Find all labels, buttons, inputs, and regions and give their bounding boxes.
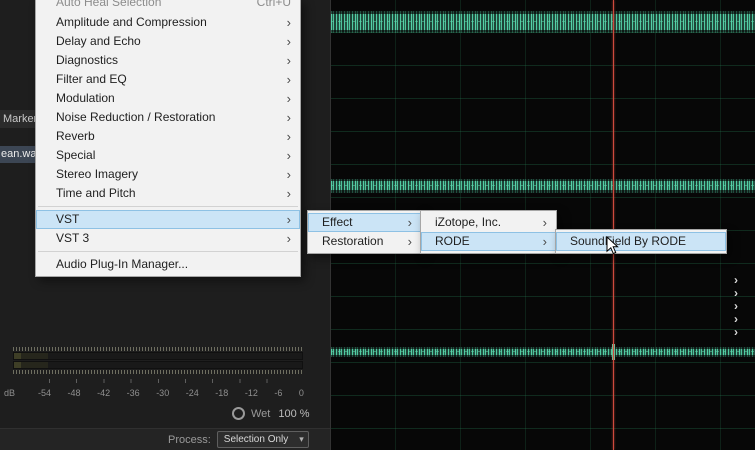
meter-ticks-bottom xyxy=(13,370,303,374)
menu-item-reverb[interactable]: Reverb › xyxy=(36,127,300,146)
menu-item-shortcut: Ctrl+U xyxy=(256,0,291,9)
menu-item-label: RODE xyxy=(435,234,470,248)
menu-item-label: Effect xyxy=(322,215,353,229)
menu-item-diagnostics[interactable]: Diagnostics › xyxy=(36,51,300,70)
submenu-arrow-icon: › xyxy=(407,234,412,249)
submenu-arrow-icon: › xyxy=(286,148,291,163)
menu-item-auto-heal-selection[interactable]: Auto Heal Selection Ctrl+U xyxy=(36,0,300,13)
scale-tick-label: -18 xyxy=(215,388,229,398)
process-label: Process: xyxy=(168,433,211,446)
scale-tick-label: -54 xyxy=(38,388,52,398)
scale-tick-label: -24 xyxy=(185,388,199,398)
scale-tick-label: -30 xyxy=(156,388,170,398)
submenu-arrow-icon: › xyxy=(286,186,291,201)
level-meter-left xyxy=(13,352,303,360)
scale-tick-label: -12 xyxy=(244,388,258,398)
menu-item-label: Modulation xyxy=(56,91,115,105)
waveform-track1 xyxy=(331,14,755,30)
menu-item-label: Special xyxy=(56,148,96,162)
submenu-arrow-icon: › xyxy=(407,215,412,230)
menu-item-effect[interactable]: Effect › xyxy=(308,213,421,232)
menu-item-label: Time and Pitch xyxy=(56,186,136,200)
scale-tick-label: -36 xyxy=(126,388,140,398)
menu-separator xyxy=(38,251,298,252)
menu-item-label: VST xyxy=(56,212,80,226)
menu-item-soundfield-by-rode[interactable]: SoundField By RODE xyxy=(556,232,726,251)
menu-item-label: Auto Heal Selection xyxy=(56,0,162,9)
submenu-arrow-icon: › xyxy=(286,15,291,30)
menu-item-time-and-pitch[interactable]: Time and Pitch › xyxy=(36,184,300,203)
scale-tick-label: -48 xyxy=(67,388,81,398)
submenu-arrow-icon: › xyxy=(286,212,291,227)
menu-item-noise-reduction-restoration[interactable]: Noise Reduction / Restoration › xyxy=(36,108,300,127)
process-bar: Process: Selection Only ▾ xyxy=(168,431,309,448)
selected-file-label: ean.wav xyxy=(1,148,36,160)
audition-app: › › › › › Markers ean.wav dB -54 -48 -42… xyxy=(0,0,755,450)
submenu-arrow-icon: › xyxy=(286,34,291,49)
scale-tick-label: 0 xyxy=(298,388,304,398)
dropdown-value: Selection Only xyxy=(223,434,289,445)
submenu-arrow-icon: › xyxy=(286,167,291,182)
menu-item-vst3[interactable]: VST 3 › xyxy=(36,229,300,248)
menu-item-filter-and-eq[interactable]: Filter and EQ › xyxy=(36,70,300,89)
scale-tick-label: -6 xyxy=(274,388,283,398)
rode-submenu: SoundField By RODE xyxy=(555,229,727,254)
menu-item-label: Filter and EQ xyxy=(56,72,127,86)
meter-scale-ticks xyxy=(49,379,294,383)
submenu-arrow-icon: › xyxy=(286,91,291,106)
wet-knob-icon[interactable] xyxy=(232,407,245,420)
submenu-arrow-icon: › xyxy=(542,234,547,249)
menu-item-label: SoundField By RODE xyxy=(570,234,687,248)
dropdown-caret-icon: ▾ xyxy=(299,434,304,444)
wet-label: Wet xyxy=(251,407,271,420)
menu-item-label: iZotope, Inc. xyxy=(435,215,502,229)
waveform-track3 xyxy=(331,349,755,355)
menu-separator xyxy=(38,206,298,207)
wet-control: Wet 100 % xyxy=(232,407,310,420)
submenu-arrow-icon: › xyxy=(286,53,291,68)
submenu-arrow-icon: › xyxy=(286,110,291,125)
menu-item-special[interactable]: Special › xyxy=(36,146,300,165)
menu-item-vst[interactable]: VST › xyxy=(36,210,300,229)
db-unit-label: dB xyxy=(4,388,16,398)
vst-submenu: Effect › Restoration › xyxy=(307,210,422,254)
menu-item-delay-and-echo[interactable]: Delay and Echo › xyxy=(36,32,300,51)
menu-item-label: Stereo Imagery xyxy=(56,167,139,181)
menu-item-label: Amplitude and Compression xyxy=(56,15,207,29)
selected-file-item[interactable]: ean.wav xyxy=(0,146,36,163)
process-mode-dropdown[interactable]: Selection Only ▾ xyxy=(216,431,309,448)
menu-item-label: Reverb xyxy=(56,129,95,143)
meter-scale-numbers: -54 -48 -42 -36 -30 -24 -18 -12 -6 0 xyxy=(38,388,304,398)
effect-submenu: iZotope, Inc. › RODE › xyxy=(420,210,557,254)
panel-expand-chevrons[interactable]: › › › › › xyxy=(734,274,738,339)
menu-item-modulation[interactable]: Modulation › xyxy=(36,89,300,108)
submenu-arrow-icon: › xyxy=(286,231,291,246)
menu-item-rode[interactable]: RODE › xyxy=(421,232,556,251)
meter-scale: dB -54 -48 -42 -36 -30 -24 -18 -12 -6 0 xyxy=(4,388,304,398)
menu-item-label: Diagnostics xyxy=(56,53,119,67)
submenu-arrow-icon: › xyxy=(286,129,291,144)
scale-tick-label: -42 xyxy=(97,388,111,398)
menu-item-label: VST 3 xyxy=(56,231,90,245)
submenu-arrow-icon: › xyxy=(542,215,547,230)
waveform-track2 xyxy=(331,181,755,190)
chevron-right-icon[interactable]: › xyxy=(734,326,738,339)
menu-item-restoration[interactable]: Restoration › xyxy=(308,232,421,251)
menu-item-label: Noise Reduction / Restoration xyxy=(56,110,216,124)
menu-item-audio-plugin-manager[interactable]: Audio Plug-In Manager... xyxy=(36,255,300,274)
menu-item-label: Restoration xyxy=(322,234,384,248)
menu-item-amplitude-and-compression[interactable]: Amplitude and Compression › xyxy=(36,13,300,32)
wet-value: 100 % xyxy=(278,407,310,420)
submenu-arrow-icon: › xyxy=(286,72,291,87)
menu-item-label: Audio Plug-In Manager... xyxy=(56,257,189,271)
level-meter-right xyxy=(13,361,303,369)
menu-item-label: Delay and Echo xyxy=(56,34,141,48)
meter-ticks-top xyxy=(13,347,303,351)
playhead[interactable] xyxy=(613,0,614,450)
menu-item-izotope[interactable]: iZotope, Inc. › xyxy=(421,213,556,232)
menu-item-stereo-imagery[interactable]: Stereo Imagery › xyxy=(36,165,300,184)
effects-menu: Auto Heal Selection Ctrl+U Amplitude and… xyxy=(35,0,301,277)
